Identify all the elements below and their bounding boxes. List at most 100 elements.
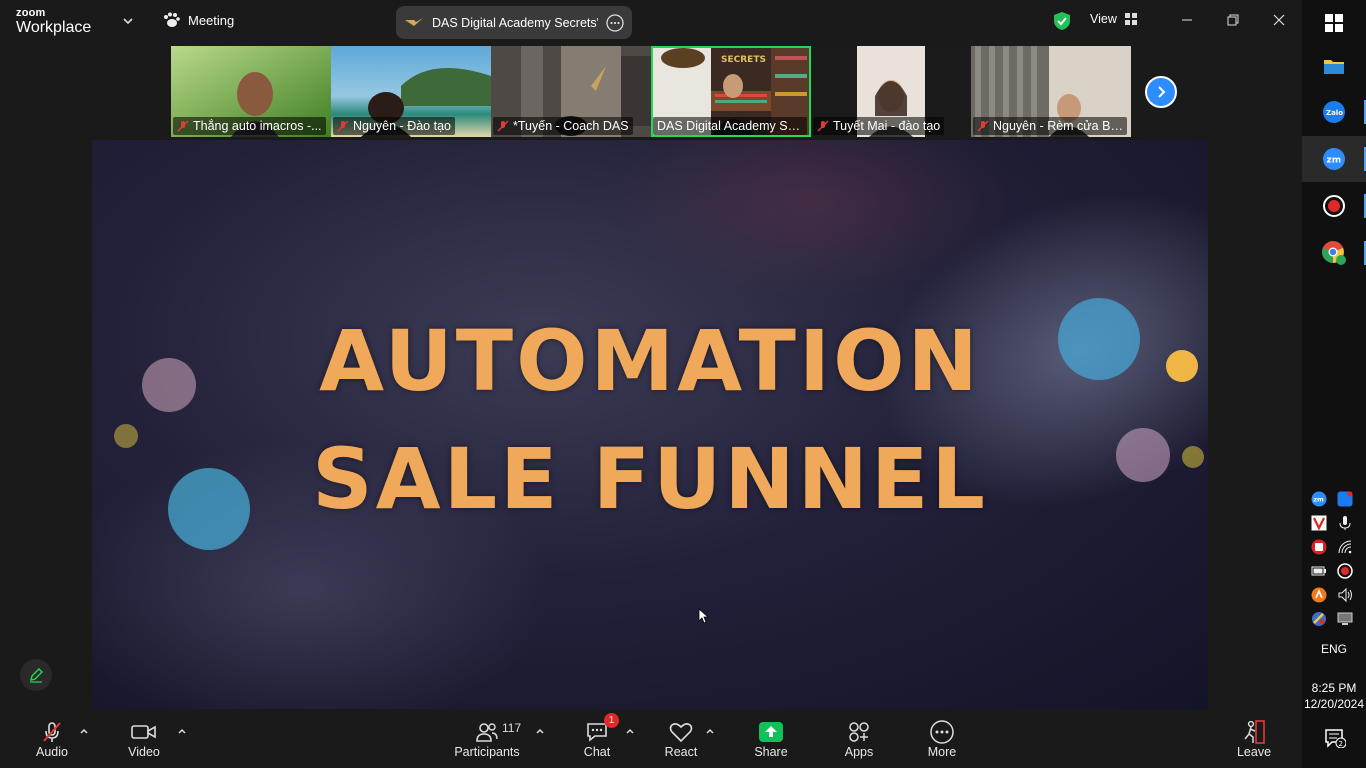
svg-text:SECRETS: SECRETS bbox=[721, 55, 766, 65]
minimize-button[interactable] bbox=[1172, 8, 1202, 32]
recorder-app[interactable] bbox=[1302, 183, 1366, 229]
notification-center-button[interactable]: 2 bbox=[1324, 728, 1347, 753]
participant-tile-active-speaker[interactable]: SECRETS DAS Digital Academy Se... bbox=[651, 46, 811, 137]
video-label: Video bbox=[128, 745, 160, 759]
chevron-right-icon bbox=[1158, 86, 1166, 98]
wifi-icon[interactable] bbox=[1336, 538, 1354, 556]
participant-tile[interactable]: Tuyết Mai - đào tạo bbox=[811, 46, 971, 137]
muted-mic-icon bbox=[497, 120, 509, 132]
audio-button[interactable]: Audio bbox=[17, 719, 87, 759]
paint-tray-icon[interactable] bbox=[1310, 610, 1328, 628]
restore-button[interactable] bbox=[1218, 8, 1248, 32]
grid-view-icon bbox=[1124, 13, 1137, 25]
zoom-tray-icon[interactable]: zm bbox=[1310, 490, 1328, 508]
participant-name-tag: *Tuyến - Coach DAS bbox=[493, 117, 633, 135]
more-label: More bbox=[927, 745, 957, 759]
participant-name-tag: Tuyết Mai - đào tạo bbox=[813, 117, 945, 135]
view-button[interactable]: View bbox=[1090, 12, 1137, 26]
slide-title-line2: SALE FUNNEL bbox=[312, 430, 988, 528]
zoom-logo: zoom Workplace bbox=[16, 8, 91, 36]
microphone-tray-icon[interactable] bbox=[1336, 514, 1354, 532]
clock[interactable]: 8:25 PM 12/20/2024 bbox=[1302, 680, 1366, 712]
more-options-icon[interactable] bbox=[606, 13, 624, 32]
chat-button[interactable]: 1 Chat bbox=[562, 713, 632, 759]
red-app-tray-icon[interactable] bbox=[1310, 538, 1328, 556]
background-glow bbox=[612, 140, 1012, 300]
display-tray-icon[interactable] bbox=[1336, 610, 1354, 628]
heart-icon bbox=[669, 723, 693, 743]
brand-top: zoom bbox=[16, 7, 46, 19]
start-button[interactable] bbox=[1302, 0, 1366, 46]
leave-button[interactable]: Leave bbox=[1219, 719, 1289, 759]
svg-text:zm: zm bbox=[1313, 496, 1324, 504]
notification-count: 2 bbox=[1339, 740, 1343, 748]
zalo-tray-icon[interactable] bbox=[1336, 490, 1354, 508]
leave-label: Leave bbox=[1236, 745, 1272, 759]
muted-mic-icon bbox=[337, 120, 349, 132]
windows-logo-icon bbox=[1325, 14, 1343, 32]
more-icon bbox=[930, 720, 954, 744]
file-explorer-app[interactable] bbox=[1302, 43, 1366, 89]
view-label: View bbox=[1090, 12, 1117, 26]
participant-name-tag: Nguyên - Rèm cửa Bli... bbox=[973, 117, 1127, 135]
shield-check-icon[interactable] bbox=[1053, 11, 1071, 31]
das-logo-icon bbox=[405, 17, 423, 26]
participant-name: DAS Digital Academy Se... bbox=[657, 119, 803, 133]
record-tray-icon[interactable] bbox=[1336, 562, 1354, 580]
minimize-icon bbox=[1182, 19, 1192, 21]
clock-date: 12/20/2024 bbox=[1303, 697, 1365, 711]
chat-unread-badge: 1 bbox=[604, 713, 619, 728]
annotate-button[interactable] bbox=[20, 659, 52, 691]
muted-mic-icon bbox=[977, 120, 989, 132]
restore-icon bbox=[1227, 14, 1239, 26]
apps-button[interactable]: Apps bbox=[824, 719, 894, 759]
participant-name-tag: Thắng auto imacros -... bbox=[173, 117, 326, 135]
chevron-up-icon[interactable] bbox=[624, 725, 636, 737]
chevron-down-icon[interactable] bbox=[121, 14, 135, 28]
video-button[interactable]: Video bbox=[109, 719, 179, 759]
share-button[interactable]: Share bbox=[736, 719, 806, 759]
battery-icon[interactable] bbox=[1310, 562, 1328, 580]
language-indicator[interactable]: ENG bbox=[1302, 642, 1366, 656]
system-tray: zm bbox=[1310, 490, 1360, 628]
folder-icon bbox=[1324, 60, 1344, 74]
react-label: React bbox=[664, 745, 698, 759]
clock-time: 8:25 PM bbox=[1311, 681, 1357, 695]
svg-text:Zalo: Zalo bbox=[1326, 109, 1343, 117]
chevron-up-icon[interactable] bbox=[78, 725, 90, 737]
session-info[interactable]: DAS Digital Academy Secrets's sc bbox=[396, 6, 632, 39]
close-icon bbox=[1273, 14, 1285, 26]
more-button[interactable]: More bbox=[907, 719, 977, 759]
slide-title-line1: AUTOMATION bbox=[319, 312, 981, 410]
shared-screen: AUTOMATION SALE FUNNEL bbox=[92, 140, 1208, 709]
participant-tile[interactable]: Thắng auto imacros -... bbox=[171, 46, 331, 137]
svg-text:zm: zm bbox=[1327, 156, 1342, 166]
windows-taskbar: Zalo zm zm ENG 8:25 PM 12/20/2024 2 bbox=[1302, 0, 1366, 768]
next-page-button[interactable] bbox=[1145, 76, 1177, 108]
v-app-tray-icon[interactable] bbox=[1310, 514, 1328, 532]
participant-tile[interactable]: Nguyên - Đào tạo bbox=[331, 46, 491, 137]
chevron-up-icon[interactable] bbox=[704, 725, 716, 737]
mouse-cursor-icon bbox=[698, 608, 708, 624]
share-screen-icon bbox=[759, 722, 783, 742]
chevron-up-icon[interactable] bbox=[176, 725, 188, 737]
participant-tile[interactable]: Nguyên - Rèm cửa Bli... bbox=[971, 46, 1131, 137]
title-bar: zoom Workplace Meeting DAS Digital Acade… bbox=[0, 0, 1302, 44]
zoom-app[interactable]: zm bbox=[1302, 136, 1366, 182]
close-button[interactable] bbox=[1264, 8, 1294, 32]
speaker-icon[interactable] bbox=[1336, 586, 1354, 604]
pencil-icon bbox=[30, 668, 43, 683]
share-label: Share bbox=[754, 745, 788, 759]
zalo-app[interactable]: Zalo bbox=[1302, 89, 1366, 135]
chevron-up-icon[interactable] bbox=[534, 725, 546, 737]
avast-tray-icon[interactable] bbox=[1310, 586, 1328, 604]
chrome-app[interactable] bbox=[1302, 230, 1366, 276]
participant-tile[interactable]: *Tuyến - Coach DAS bbox=[491, 46, 651, 137]
paw-icon bbox=[164, 12, 180, 27]
zalo-icon: Zalo bbox=[1323, 101, 1345, 123]
zoom-window: zoom Workplace Meeting DAS Digital Acade… bbox=[0, 0, 1302, 768]
muted-mic-icon bbox=[817, 120, 829, 132]
meeting-menu[interactable]: Meeting bbox=[162, 12, 234, 28]
participant-name-tag: DAS Digital Academy Se... bbox=[653, 117, 807, 135]
video-camera-icon bbox=[131, 725, 156, 739]
